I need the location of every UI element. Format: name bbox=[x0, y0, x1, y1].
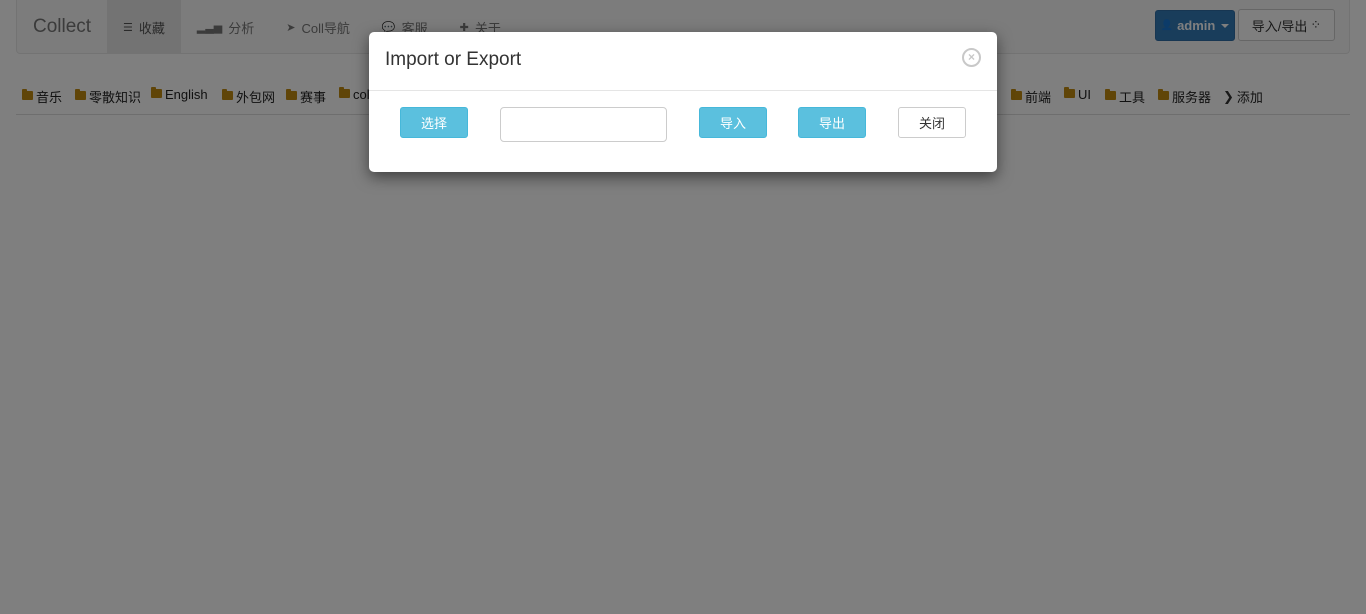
import-export-dialog: Import or Export × 选择 导入 导出 关闭 bbox=[369, 32, 997, 172]
import-button[interactable]: 导入 bbox=[699, 107, 767, 138]
modal-title: Import or Export bbox=[385, 49, 522, 70]
close-icon[interactable]: × bbox=[962, 48, 981, 67]
close-button[interactable]: 关闭 bbox=[898, 107, 966, 138]
choose-file-button[interactable]: 选择 bbox=[400, 107, 468, 138]
modal-header: Import or Export × bbox=[369, 32, 997, 91]
file-path-input[interactable] bbox=[500, 107, 667, 142]
export-button[interactable]: 导出 bbox=[798, 107, 866, 138]
